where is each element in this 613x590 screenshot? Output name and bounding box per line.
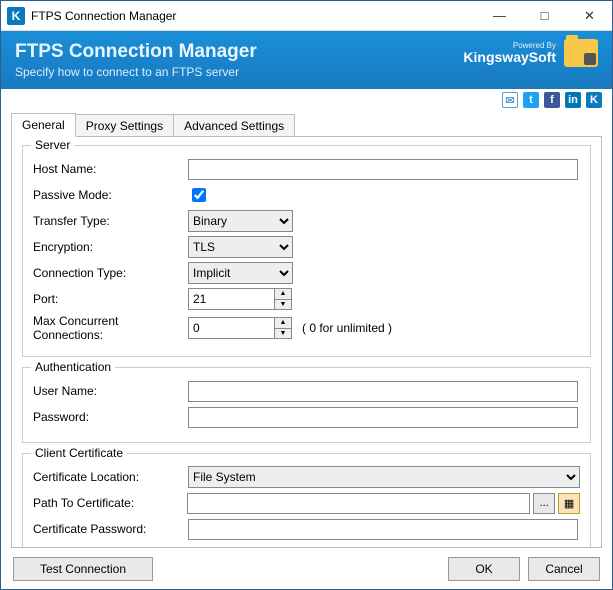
connection-type-select[interactable]: Implicit [188, 262, 293, 284]
kingswaysoft-logo: Powered By KingswaySoft [463, 42, 556, 64]
banner: FTPS Connection Manager Specify how to c… [1, 31, 612, 89]
host-name-label: Host Name: [33, 162, 188, 176]
titlebar: K FTPS Connection Manager — □ ✕ [1, 1, 612, 31]
window-title: FTPS Connection Manager [31, 9, 477, 23]
ok-button[interactable]: OK [448, 557, 520, 581]
cert-location-label: Certificate Location: [33, 470, 188, 484]
cert-browse-button[interactable]: ... [533, 493, 555, 514]
group-cert: Client Certificate Certificate Location:… [22, 453, 591, 548]
social-links: ✉ t f in K [1, 89, 612, 111]
secure-folder-icon [564, 39, 598, 67]
cert-path-label: Path To Certificate: [33, 496, 187, 510]
password-input[interactable] [188, 407, 578, 428]
test-connection-button[interactable]: Test Connection [13, 557, 153, 581]
username-label: User Name: [33, 384, 188, 398]
transfer-type-select[interactable]: Binary [188, 210, 293, 232]
cert-location-select[interactable]: File System [188, 466, 580, 488]
group-cert-legend: Client Certificate [31, 446, 127, 460]
host-name-input[interactable] [188, 159, 578, 180]
group-auth-legend: Authentication [31, 360, 115, 374]
certificate-icon: ▦ [564, 497, 574, 510]
twitter-icon[interactable]: t [523, 92, 539, 108]
username-input[interactable] [188, 381, 578, 402]
email-icon[interactable]: ✉ [502, 92, 518, 108]
maxconn-up-button[interactable]: ▲ [275, 318, 291, 329]
kingswaysoft-icon[interactable]: K [586, 92, 602, 108]
group-server-legend: Server [31, 138, 74, 152]
encryption-select[interactable]: TLS [188, 236, 293, 258]
cancel-button[interactable]: Cancel [528, 557, 600, 581]
window-controls: — □ ✕ [477, 1, 612, 30]
tab-panel-general: Server Host Name: Passive Mode: Transfer… [11, 136, 602, 548]
port-up-button[interactable]: ▲ [275, 289, 291, 300]
facebook-icon[interactable]: f [544, 92, 560, 108]
passive-mode-label: Passive Mode: [33, 188, 188, 202]
transfer-type-label: Transfer Type: [33, 214, 188, 228]
app-icon: K [7, 7, 25, 25]
port-label: Port: [33, 292, 188, 306]
maxconn-input[interactable] [188, 317, 274, 339]
banner-logos: Powered By KingswaySoft [463, 39, 598, 67]
group-auth: Authentication User Name: Password: [22, 367, 591, 443]
maxconn-spinner[interactable]: ▲ ▼ [188, 317, 292, 339]
tab-strip: General Proxy Settings Advanced Settings [1, 113, 612, 137]
banner-title: FTPS Connection Manager [15, 41, 257, 63]
linkedin-icon[interactable]: in [565, 92, 581, 108]
cert-path-input[interactable] [187, 493, 530, 514]
maxconn-down-button[interactable]: ▼ [275, 329, 291, 339]
encryption-label: Encryption: [33, 240, 188, 254]
app-window: K FTPS Connection Manager — □ ✕ FTPS Con… [0, 0, 613, 590]
password-label: Password: [33, 410, 188, 424]
connection-type-label: Connection Type: [33, 266, 188, 280]
cert-password-label: Certificate Password: [33, 522, 188, 536]
port-spinner[interactable]: ▲ ▼ [188, 288, 292, 310]
close-button[interactable]: ✕ [567, 1, 612, 30]
tab-proxy[interactable]: Proxy Settings [75, 114, 174, 137]
dialog-buttons: Test Connection OK Cancel [1, 549, 612, 589]
cert-view-button[interactable]: ▦ [558, 493, 580, 514]
tab-general[interactable]: General [11, 113, 76, 137]
minimize-button[interactable]: — [477, 1, 522, 30]
maxconn-hint: ( 0 for unlimited ) [302, 321, 392, 335]
tab-advanced[interactable]: Advanced Settings [173, 114, 295, 137]
banner-subtitle: Specify how to connect to an FTPS server [15, 65, 257, 79]
maxconn-label: Max Concurrent Connections: [33, 314, 188, 342]
maximize-button[interactable]: □ [522, 1, 567, 30]
port-input[interactable] [188, 288, 274, 310]
port-down-button[interactable]: ▼ [275, 300, 291, 310]
passive-mode-checkbox[interactable] [192, 188, 206, 202]
cert-password-input[interactable] [188, 519, 578, 540]
group-server: Server Host Name: Passive Mode: Transfer… [22, 145, 591, 357]
